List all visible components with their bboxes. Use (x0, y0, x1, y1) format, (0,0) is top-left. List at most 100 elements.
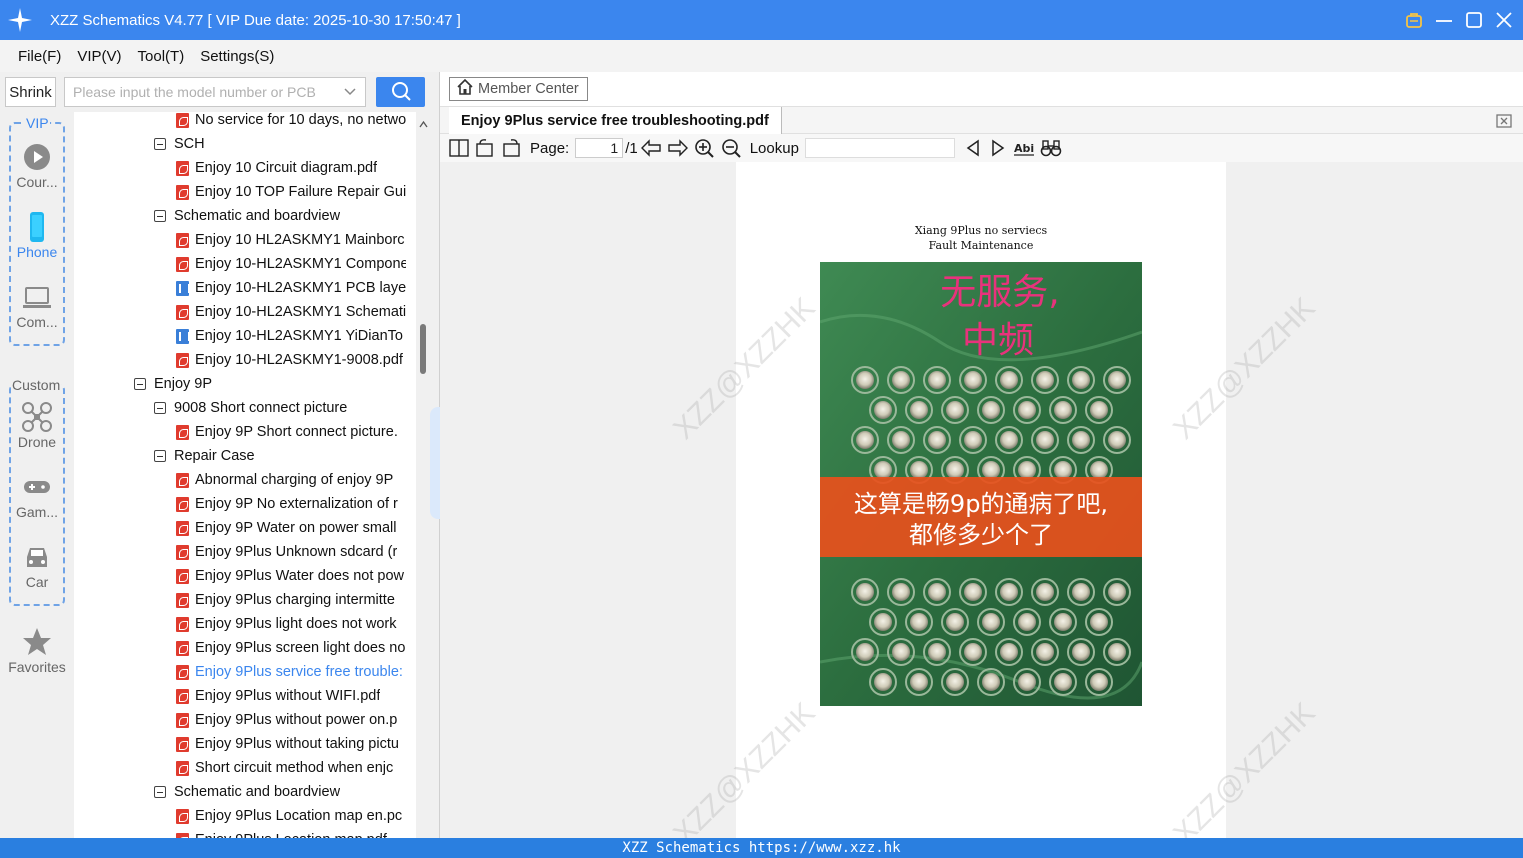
vip-bag-icon[interactable] (1405, 11, 1423, 29)
tree-file-row[interactable]: Enjoy 9Plus service free trouble: (176, 660, 406, 684)
category-computer[interactable]: Com... (0, 282, 74, 330)
chevron-down-icon[interactable] (343, 85, 357, 102)
solder-pad (928, 643, 946, 661)
tree-file-row[interactable]: Enjoy 9P No externalization of r (176, 492, 406, 516)
collapse-toggle-icon[interactable] (154, 210, 166, 222)
solder-pad (982, 613, 1000, 631)
tree-file-row[interactable]: Enjoy 10 HL2ASKMY1 Mainborc (176, 228, 406, 252)
tree-file-row[interactable]: Enjoy 9Plus Location map.pdf (176, 828, 406, 838)
tree-folder-row[interactable]: SCH (154, 132, 406, 156)
solder-pad (1072, 371, 1090, 389)
tree-file-row[interactable]: Enjoy 9Plus without power on.p (176, 708, 406, 732)
tree-file-row[interactable]: Short circuit method when enjc (176, 756, 406, 780)
menu-settings[interactable]: Settings(S) (200, 48, 274, 65)
category-course[interactable]: Cour... (0, 142, 74, 190)
tree-file-row[interactable]: No service for 10 days, no netwo (176, 112, 406, 132)
collapse-toggle-icon[interactable] (154, 138, 166, 150)
tree-row-label: Abnormal charging of enjoy 9P (195, 472, 394, 488)
lookup-input[interactable] (804, 138, 955, 158)
solder-pad (946, 401, 964, 419)
match-case-icon[interactable]: Abi (1013, 137, 1035, 159)
menu-tool[interactable]: Tool(T) (138, 48, 185, 65)
category-phone[interactable]: Phone (0, 212, 74, 260)
menu-file[interactable]: File(F) (18, 48, 61, 65)
tree-file-row[interactable]: Enjoy 10-HL2ASKMY1 YiDianTo (176, 324, 406, 348)
tree-file-row[interactable]: Enjoy 9Plus Location map en.pc (176, 804, 406, 828)
tree-folder-row[interactable]: Repair Case (154, 444, 406, 468)
panel-collapse-handle[interactable] (430, 407, 440, 519)
tree-row-label: Enjoy 10-HL2ASKMY1 Schemati (195, 304, 406, 320)
collapse-toggle-icon[interactable] (154, 402, 166, 414)
search-input[interactable] (73, 84, 337, 100)
tree-file-row[interactable]: Enjoy 9Plus Unknown sdcard (r (176, 540, 406, 564)
zoom-out-icon[interactable] (721, 137, 743, 159)
tree-file-row[interactable]: Enjoy 9P Water on power small (176, 516, 406, 540)
menu-bar: File(F) VIP(V) Tool(T) Settings(S) (0, 40, 1523, 72)
tree-file-row[interactable]: Enjoy 10-HL2ASKMY1-9008.pdf (176, 348, 406, 372)
solder-pad (946, 673, 964, 691)
tree-row-label: Enjoy 9Plus screen light does no (195, 640, 406, 656)
tree-file-row[interactable]: Enjoy 10-HL2ASKMY1 Schemati (176, 300, 406, 324)
collapse-toggle-icon[interactable] (154, 450, 166, 462)
board-photo-illustration: 无服务, 中频 这算是畅9p的通病了吧, 都修多少个了 (820, 262, 1142, 706)
lookup-label: Lookup (749, 139, 799, 157)
document-tabs: Enjoy 9Plus service free troubleshooting… (440, 106, 1523, 134)
maximize-button[interactable] (1465, 11, 1483, 29)
tab-document[interactable]: Enjoy 9Plus service free troubleshooting… (449, 107, 782, 134)
binoculars-icon[interactable] (1040, 137, 1062, 159)
app-logo-icon (0, 0, 40, 40)
page-number-input[interactable]: 1 (575, 138, 624, 158)
category-favorites[interactable]: Favorites (0, 627, 74, 675)
tree-folder-row[interactable]: Enjoy 9P (134, 372, 406, 396)
tree-file-row[interactable]: Enjoy 10-HL2ASKMY1 PCB layer (176, 276, 406, 300)
tree-file-row[interactable]: Enjoy 9Plus screen light does no (176, 636, 406, 660)
category-game[interactable]: Gam... (0, 472, 74, 520)
file-tree: No service for 10 days, no netwo SCH Enjoy… (74, 112, 416, 838)
rotate-left-icon[interactable] (474, 137, 496, 159)
tree-file-row[interactable]: Enjoy 9Plus charging intermitte (176, 588, 406, 612)
tree-file-row[interactable]: Enjoy 10-HL2ASKMY1 Compone (176, 252, 406, 276)
previous-page-arrow-icon[interactable] (640, 137, 662, 159)
shrink-button[interactable]: Shrink (5, 77, 56, 107)
collapse-toggle-icon[interactable] (134, 378, 146, 390)
tree-file-row[interactable]: Enjoy 9P Short connect picture. (176, 420, 406, 444)
status-bar: XZZ Schematics https://www.xzz.hk (0, 838, 1523, 858)
tree-file-row[interactable]: Enjoy 10 Circuit diagram.pdf (176, 156, 406, 180)
tree-file-row[interactable]: Enjoy 9Plus light does not work (176, 612, 406, 636)
tree-file-row[interactable]: Enjoy 9Plus without WIFI.pdf (176, 684, 406, 708)
tree-file-row[interactable]: Enjoy 9Plus Water does not pow (176, 564, 406, 588)
member-center-button[interactable]: Member Center (449, 77, 588, 101)
next-page-arrow-icon[interactable] (667, 137, 689, 159)
solder-pad (946, 613, 964, 631)
close-tab-icon[interactable] (1495, 112, 1513, 133)
scrollbar-thumb[interactable] (420, 324, 426, 374)
chevron-up-icon[interactable] (419, 116, 428, 132)
category-car[interactable]: Car (0, 542, 74, 590)
tree-file-row[interactable]: Enjoy 9Plus without taking pictu (176, 732, 406, 756)
collapse-toggle-icon[interactable] (154, 786, 166, 798)
tree-folder-row[interactable]: Schematic and boardview (154, 204, 406, 228)
tree-row-label: SCH (174, 136, 205, 152)
solder-pad (910, 401, 928, 419)
close-button[interactable] (1495, 11, 1513, 29)
tree-scrollbar[interactable] (416, 112, 430, 838)
find-previous-icon[interactable] (963, 137, 983, 159)
tree-file-row[interactable]: Abnormal charging of enjoy 9P (176, 468, 406, 492)
rotate-right-icon[interactable] (501, 137, 523, 159)
find-next-icon[interactable] (988, 137, 1008, 159)
zoom-in-icon[interactable] (694, 137, 716, 159)
tree-folder-row[interactable]: 9008 Short connect picture (154, 396, 406, 420)
tree-row-label: Enjoy 10-HL2ASKMY1 YiDianTo (195, 328, 403, 344)
search-combobox[interactable] (64, 77, 366, 107)
tree-folder-row[interactable]: Schematic and boardview (154, 780, 406, 804)
doc-title-line2: Fault Maintenance (928, 239, 1034, 252)
menu-vip[interactable]: VIP(V) (77, 48, 121, 65)
solder-pad (856, 583, 874, 601)
sidebar-toggle-icon[interactable] (449, 137, 469, 159)
minimize-button[interactable] (1435, 11, 1453, 29)
tree-file-row[interactable]: Enjoy 10 TOP Failure Repair Gui (176, 180, 406, 204)
pdf-viewer[interactable]: Xiang 9Plus no serviecs Fault Maintenanc… (440, 162, 1523, 838)
search-button[interactable] (376, 77, 425, 107)
category-drone[interactable]: Drone (0, 402, 74, 450)
tree-row-label: Enjoy 9Plus without WIFI.pdf (195, 688, 381, 704)
